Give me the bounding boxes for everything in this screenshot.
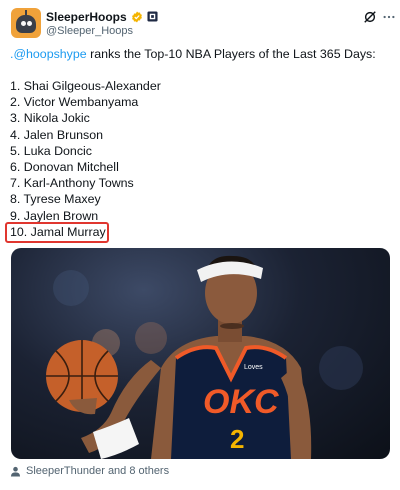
grok-icon[interactable] — [363, 10, 377, 24]
player-list: 1. Shai Gilgeous-Alexander 2. Victor Wem… — [10, 78, 390, 240]
display-name[interactable]: SleeperHoops — [46, 10, 127, 24]
tweet-text: .@hoopshype ranks the Top-10 NBA Players… — [10, 46, 390, 240]
affiliate-badge-icon[interactable] — [147, 11, 158, 22]
avatar[interactable] — [11, 8, 41, 38]
list-item: 3. Nikola Jokic — [10, 111, 90, 126]
arm-sleeve — [93, 418, 139, 459]
list-item: 6. Donovan Mitchell — [10, 159, 119, 174]
tagged-users-text[interactable]: SleeperThunder and 8 others — [26, 465, 169, 477]
robot-eye-right — [27, 21, 32, 26]
tweet-intro: .@hoopshype ranks the Top-10 NBA Players… — [10, 46, 390, 64]
intro-text: ranks the Top-10 NBA Players of the Last… — [86, 47, 376, 61]
player-photo: OKC 2 Loves — [46, 255, 363, 459]
crowd-blur — [53, 270, 89, 306]
crowd-blur — [319, 346, 363, 390]
mention-link[interactable]: .@hoopshype — [10, 47, 87, 61]
list-item: 1. Shai Gilgeous-Alexander — [10, 79, 161, 93]
crowd-blur — [135, 322, 167, 354]
list-item: 7. Karl-Anthony Towns — [10, 176, 134, 191]
list-item: 2. Victor Wembanyama — [10, 95, 139, 110]
tagged-users[interactable]: SleeperThunder and 8 others — [10, 463, 169, 479]
player-hand — [69, 398, 97, 415]
person-icon — [10, 466, 21, 477]
jersey-patch: Loves — [244, 364, 263, 371]
list-item: 4. Jalen Brunson — [10, 127, 103, 142]
media-photo[interactable]: OKC 2 Loves — [11, 248, 390, 459]
highlight-box — [5, 222, 109, 243]
jersey-text: OKC — [203, 383, 279, 421]
verified-badge-icon — [131, 11, 142, 22]
robot-logo-icon — [16, 15, 36, 33]
user-handle[interactable]: @Sleeper_Hoops — [46, 25, 133, 37]
more-options-icon[interactable] — [382, 10, 396, 24]
jersey-number: 2 — [230, 424, 244, 454]
list-item: 8. Tyrese Maxey — [10, 192, 101, 207]
name-row: SleeperHoops — [46, 9, 158, 24]
robot-eye-left — [21, 21, 26, 26]
tweet-header: SleeperHoops @Sleeper_Hoops — [8, 6, 395, 42]
player-beard — [220, 323, 244, 329]
list-item: 5. Luka Doncic — [10, 143, 92, 158]
